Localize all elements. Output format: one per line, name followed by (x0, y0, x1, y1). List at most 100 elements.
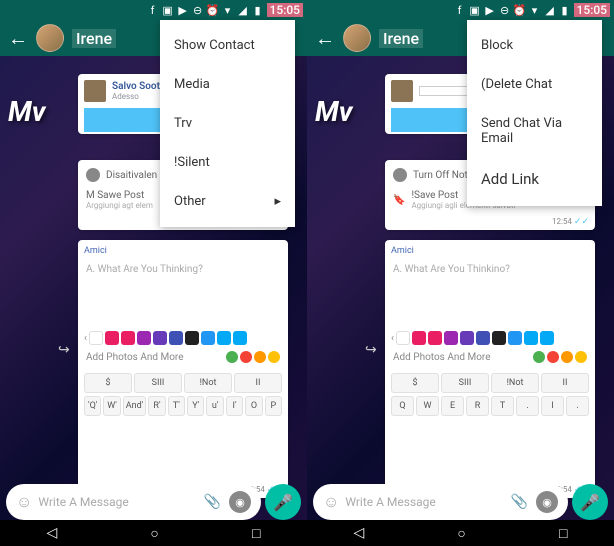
swatch[interactable] (233, 331, 247, 345)
chevron-left-icon[interactable]: ‹ (391, 333, 394, 344)
audience-label[interactable]: Amici (391, 246, 589, 256)
swatch[interactable] (444, 331, 458, 345)
audience-label[interactable]: Amici (84, 246, 282, 256)
key[interactable]: W' (103, 396, 120, 416)
avatar[interactable] (36, 24, 64, 52)
key[interactable]: $ (391, 373, 439, 393)
key[interactable]: . (516, 396, 539, 416)
camera-icon[interactable]: ◉ (536, 491, 558, 513)
menu-silent[interactable]: !Silent (160, 143, 295, 182)
key[interactable]: 'Q' (84, 396, 101, 416)
options-menu-right: Block (Delete Chat Send Chat Via Email A… (467, 20, 602, 206)
swatch[interactable] (217, 331, 231, 345)
add-photos-label[interactable]: Add Photos And More (86, 352, 184, 363)
nav-recent-icon[interactable]: □ (252, 525, 260, 542)
action-dot[interactable] (268, 351, 280, 363)
swatch[interactable] (460, 331, 474, 345)
share-icon[interactable]: ↪ (365, 342, 377, 358)
key[interactable]: II (541, 373, 589, 393)
action-dot[interactable] (254, 351, 266, 363)
swatch[interactable] (153, 331, 167, 345)
swatch[interactable] (137, 331, 151, 345)
clock: 15:05 (267, 3, 303, 17)
swatch[interactable] (492, 331, 506, 345)
avatar[interactable] (343, 24, 371, 52)
key[interactable]: $ (84, 373, 132, 393)
menu-send-email[interactable]: Send Chat Via Email (467, 104, 602, 158)
swatch[interactable] (201, 331, 215, 345)
menu-other[interactable]: Other▸ (160, 182, 295, 221)
key[interactable]: !Not (491, 373, 539, 393)
action-dot[interactable] (561, 351, 573, 363)
key[interactable]: T' (168, 396, 185, 416)
back-icon[interactable]: ← (8, 26, 28, 51)
swatch[interactable] (89, 331, 103, 345)
action-dot[interactable] (226, 351, 238, 363)
swatch[interactable] (524, 331, 538, 345)
keyboard: $ SIII !Not II Q W E R T . I . (391, 373, 589, 416)
menu-show-contact[interactable]: Show Contact (160, 26, 295, 65)
key[interactable]: Y' (187, 396, 204, 416)
attach-icon[interactable]: 📎 (511, 494, 528, 510)
swatch[interactable] (185, 331, 199, 345)
attach-icon[interactable]: 📎 (204, 494, 221, 510)
menu-media[interactable]: Media (160, 65, 295, 104)
key[interactable]: Q (391, 396, 414, 416)
compose-prompt[interactable]: A. What Are You Thinkino? (391, 256, 589, 283)
key[interactable]: I (541, 396, 564, 416)
action-dot[interactable] (575, 351, 587, 363)
compose-card: Amici A. What Are You Thinkino? ‹ Add Ph… (385, 240, 595, 498)
action-dot[interactable] (547, 351, 559, 363)
share-icon[interactable]: ↪ (58, 342, 70, 358)
key[interactable]: u' (206, 396, 223, 416)
compose-prompt[interactable]: A. What Are You Thinking? (84, 256, 282, 283)
key[interactable]: I' (226, 396, 243, 416)
key[interactable]: R' (148, 396, 165, 416)
key[interactable]: T (491, 396, 514, 416)
emoji-icon[interactable]: ☺ (323, 492, 339, 512)
swatch[interactable] (412, 331, 426, 345)
message-input[interactable]: ☺ Write A Message 📎 ◉ (6, 484, 261, 520)
nav-home-icon[interactable]: ○ (150, 525, 158, 542)
key[interactable]: E (441, 396, 464, 416)
menu-try[interactable]: Trv (160, 104, 295, 143)
action-dot[interactable] (240, 351, 252, 363)
nav-recent-icon[interactable]: □ (559, 525, 567, 542)
contact-name[interactable]: Irene (379, 29, 423, 48)
key[interactable]: . (566, 396, 589, 416)
key[interactable]: II (234, 373, 282, 393)
swatch[interactable] (121, 331, 135, 345)
swatch[interactable] (396, 331, 410, 345)
swatch[interactable] (169, 331, 183, 345)
key[interactable]: SIII (441, 373, 489, 393)
action-dot[interactable] (533, 351, 545, 363)
key[interactable]: And' (123, 396, 147, 416)
message-input[interactable]: ☺ Write A Message 📎 ◉ (313, 484, 568, 520)
nav-back-icon[interactable]: ◁ (354, 525, 365, 541)
save-post-label[interactable]: M Sawe Post (86, 190, 144, 201)
menu-delete-chat[interactable]: (Delete Chat (467, 65, 602, 104)
mic-button[interactable]: 🎤 (265, 484, 301, 520)
swatch[interactable] (428, 331, 442, 345)
key[interactable]: SIII (134, 373, 182, 393)
nav-back-icon[interactable]: ◁ (47, 525, 58, 541)
back-icon[interactable]: ← (315, 26, 335, 51)
menu-block[interactable]: Block (467, 26, 602, 65)
key[interactable]: W (416, 396, 439, 416)
contact-name[interactable]: Irene (72, 29, 116, 48)
menu-add-link[interactable]: Add Link (467, 158, 602, 200)
key[interactable]: P (265, 396, 282, 416)
chevron-left-icon[interactable]: ‹ (84, 333, 87, 344)
key[interactable]: !Not (184, 373, 232, 393)
swatch[interactable] (105, 331, 119, 345)
key[interactable]: O (245, 396, 262, 416)
add-photos-label[interactable]: Add Photos And More (393, 352, 491, 363)
swatch[interactable] (508, 331, 522, 345)
camera-icon[interactable]: ◉ (229, 491, 251, 513)
key[interactable]: R (466, 396, 489, 416)
swatch[interactable] (540, 331, 554, 345)
swatch[interactable] (476, 331, 490, 345)
emoji-icon[interactable]: ☺ (16, 492, 32, 512)
nav-home-icon[interactable]: ○ (457, 525, 465, 542)
mic-button[interactable]: 🎤 (572, 484, 608, 520)
